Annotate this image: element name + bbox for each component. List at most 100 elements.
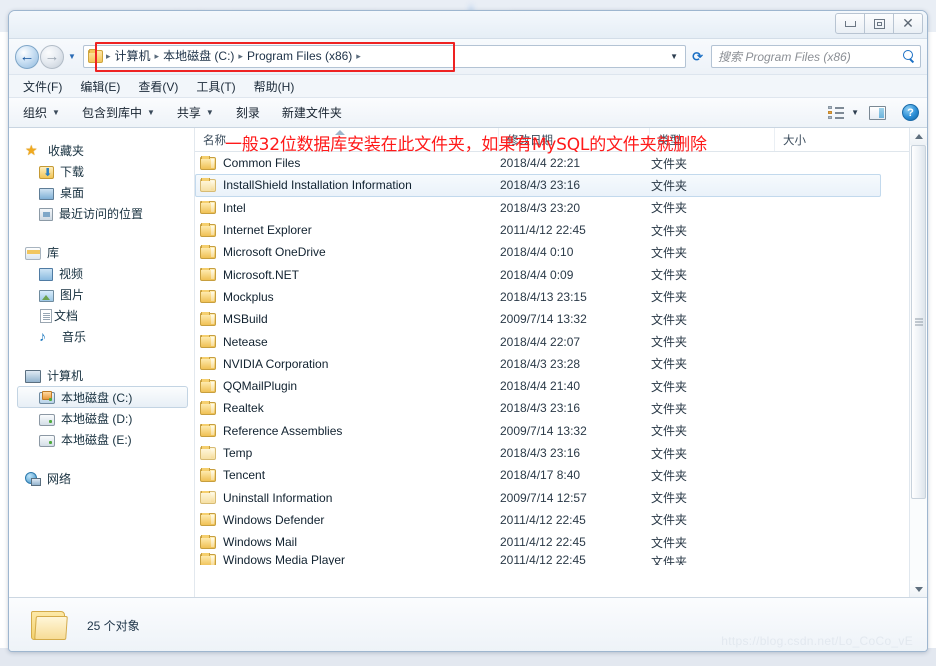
scrollbar-track[interactable] [910,145,927,581]
sidebar-item-computer[interactable]: 计算机 [9,365,194,386]
scroll-down-button[interactable] [910,581,927,597]
table-row[interactable]: Windows Mail 2011/4/12 22:45 文件夹 [195,531,927,553]
star-icon: ★ [25,142,38,158]
sidebar-item-recent-places[interactable]: 最近访问的位置 [9,203,194,224]
menu-item-tools[interactable]: 工具(T) [196,78,235,95]
table-row[interactable]: MSBuild 2009/7/14 13:32 文件夹 [195,308,927,330]
preview-pane-button[interactable] [869,105,886,120]
file-type-cell: 文件夹 [651,535,688,550]
scrollbar-thumb[interactable] [911,145,926,499]
menu-item-file[interactable]: 文件(F) [23,78,62,95]
sidebar-item-downloads[interactable]: 下载 [9,161,194,182]
sidebar-item-favorites[interactable]: ★ 收藏夹 [9,140,194,161]
file-date-cell: 2009/7/14 12:57 [500,490,587,505]
address-bar[interactable]: ▸ 计算机 ▸ 本地磁盘 (C:) ▸ Program Files (x86) … [83,45,687,68]
file-type-cell: 文件夹 [651,290,688,305]
file-date-cell: 2011/4/12 22:45 [500,223,586,238]
minimize-button[interactable] [835,13,865,34]
file-name-label: InstallShield Installation Information [223,178,412,193]
table-row[interactable]: Windows Media Player 2011/4/12 22:45 文件夹 [195,553,927,566]
sidebar-item-documents[interactable]: 文档 [9,305,194,326]
column-header-date-label: 修改日期 [507,135,553,147]
sidebar-item-local-disk-c[interactable]: 本地磁盘 (C:) [17,386,188,408]
library-icon [25,246,41,260]
column-header-size[interactable]: 大小 [774,128,914,151]
toolbar-burn-button[interactable]: 刻录 [236,104,260,121]
menu-item-edit[interactable]: 编辑(E) [80,78,120,95]
toolbar-organize-button[interactable]: 组织 ▼ [23,104,60,121]
table-row[interactable]: NVIDIA Corporation 2018/4/3 23:28 文件夹 [195,353,927,375]
table-row[interactable]: InstallShield Installation Information 20… [195,174,881,197]
sidebar-label-computer: 计算机 [47,369,84,383]
column-header-type[interactable]: 类型 [649,128,774,151]
toolbar-new-folder-button[interactable]: 新建文件夹 [282,104,342,121]
file-type-cell: 文件夹 [651,555,688,566]
file-name-cell: MSBuild [200,312,500,326]
folder-icon [200,178,216,192]
table-row[interactable]: Tencent 2018/4/17 8:40 文件夹 [195,464,927,486]
file-name-cell: Uninstall Information [200,490,500,505]
computer-icon [25,369,41,383]
file-date-cell: 2018/4/4 22:21 [500,156,581,171]
sidebar-item-desktop[interactable]: 桌面 [9,182,194,203]
change-view-button[interactable]: ▼ [828,106,859,119]
sidebar-label-downloads: 下载 [60,165,85,179]
sidebar-item-local-disk-d[interactable]: 本地磁盘 (D:) [9,408,194,429]
file-name-cell: Intel [200,200,500,215]
sidebar-item-libraries[interactable]: 库 [9,242,194,263]
breadcrumb-item-program-files-x86[interactable]: Program Files (x86) [244,48,355,65]
file-name-cell: Windows Mail [200,535,500,549]
table-row[interactable]: Realtek 2018/4/3 23:16 文件夹 [195,397,927,419]
scroll-up-button[interactable] [910,128,927,145]
table-row[interactable]: Common Files 2018/4/4 22:21 文件夹 [195,152,927,174]
breadcrumb-item-local-disk-c[interactable]: 本地磁盘 (C:) [160,48,237,65]
refresh-button[interactable]: ⟳ [686,49,709,65]
column-header-name[interactable]: 名称 [195,128,498,151]
table-row[interactable]: Internet Explorer 2011/4/12 22:45 文件夹 [195,219,927,241]
table-row[interactable]: Microsoft.NET 2018/4/4 0:09 文件夹 [195,263,927,285]
sidebar-item-music[interactable]: ♪ 音乐 [9,326,194,347]
table-row[interactable]: QQMailPlugin 2018/4/4 21:40 文件夹 [195,375,927,397]
address-dropdown-icon[interactable]: ▼ [665,52,683,61]
file-type-cell: 文件夹 [651,513,688,528]
sidebar-item-network[interactable]: 网络 [9,468,194,489]
file-type-cell: 文件夹 [651,357,688,372]
file-name-cell: InstallShield Installation Information [200,178,500,192]
chevron-up-icon [914,134,923,139]
folder-icon [200,223,216,237]
vertical-scrollbar[interactable] [909,128,927,597]
toolbar-share-button[interactable]: 共享 ▼ [177,104,214,121]
file-date-cell: 2018/4/4 0:09 [500,267,574,282]
forward-button[interactable]: → [40,44,64,69]
sidebar-label-local-disk-d: 本地磁盘 (D:) [61,412,133,426]
menu-item-help[interactable]: 帮助(H) [254,78,295,95]
table-row[interactable]: Temp 2018/4/3 23:16 文件夹 [195,442,927,464]
sidebar-item-local-disk-e[interactable]: 本地磁盘 (E:) [9,429,194,450]
breadcrumb-item-computer[interactable]: 计算机 [112,48,154,65]
maximize-button[interactable] [864,13,894,34]
chevron-down-icon: ▼ [68,52,76,61]
table-row[interactable]: Reference Assemblies 2009/7/14 13:32 文件夹 [195,420,927,442]
search-box[interactable]: 搜索 Program Files (x86) [711,45,921,68]
back-button[interactable]: ← [15,44,39,69]
status-bar: 25 个对象 https://blog.csdn.net/Lo_CoCo_vE [9,598,927,651]
table-row[interactable]: Windows Defender 2011/4/12 22:45 文件夹 [195,509,927,531]
table-row[interactable]: Intel 2018/4/3 23:20 文件夹 [195,197,927,219]
column-header-date-modified[interactable]: 修改日期 [498,128,649,151]
help-button[interactable]: ? [902,104,919,121]
menu-item-view[interactable]: 查看(V) [138,78,178,95]
sidebar-item-videos[interactable]: 视频 [9,263,194,284]
recent-locations-button[interactable]: ▼ [65,52,79,61]
folder-icon [200,490,216,505]
table-row[interactable]: Netease 2018/4/4 22:07 文件夹 [195,330,927,352]
toolbar-include-in-library-button[interactable]: 包含到库中 ▼ [82,104,155,121]
folder-icon [200,535,216,549]
file-type-cell: 文件夹 [651,335,688,350]
sidebar-item-pictures[interactable]: 图片 [9,284,194,305]
table-row[interactable]: Microsoft OneDrive 2018/4/4 0:10 文件夹 [195,241,927,263]
system-drive-icon [39,391,55,404]
table-row[interactable]: Uninstall Information 2009/7/14 12:57 文件夹 [195,486,927,508]
table-row[interactable]: Mockplus 2018/4/13 23:15 文件夹 [195,286,927,308]
close-button[interactable]: ✕ [893,13,923,34]
